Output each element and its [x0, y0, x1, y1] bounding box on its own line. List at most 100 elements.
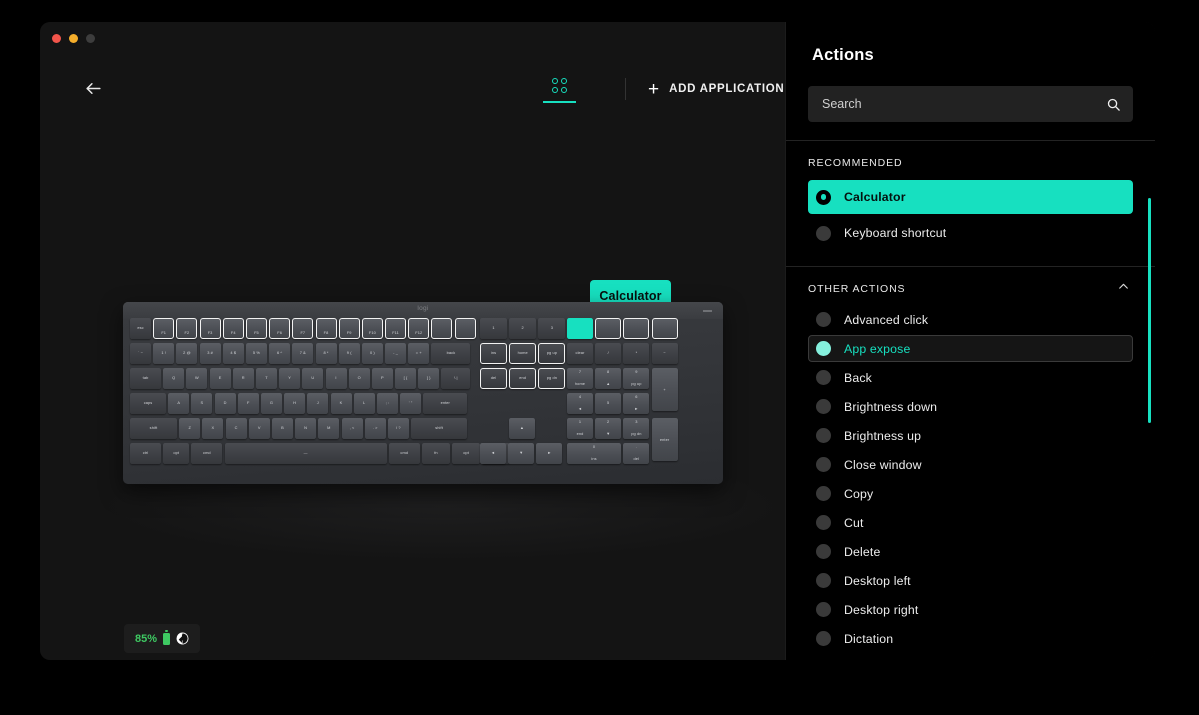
search-input[interactable]: [822, 97, 1106, 111]
keyboard-key[interactable]: K: [330, 393, 352, 414]
keyboard-key[interactable]: back: [431, 343, 471, 364]
keyboard-key[interactable]: 0 ins: [567, 443, 621, 464]
keyboard-key[interactable]: end: [509, 368, 537, 389]
keyboard-key[interactable]: tab: [130, 368, 161, 389]
keyboard-key[interactable]: S: [191, 393, 213, 414]
chevron-up-icon[interactable]: [1117, 280, 1130, 293]
keyboard-key[interactable]: caps: [130, 393, 166, 414]
keyboard-key[interactable]: F7: [292, 318, 314, 339]
keyboard-key[interactable]: 5: [595, 393, 622, 414]
keyboard-key[interactable]: opt: [163, 443, 190, 464]
keyboard-key[interactable]: 3: [538, 318, 566, 339]
keyboard-key[interactable]: cmd: [191, 443, 223, 464]
panel-scrollbar[interactable]: [1148, 198, 1151, 423]
keyboard-key[interactable]: N: [295, 418, 317, 439]
keyboard-key[interactable]: F: [237, 393, 259, 414]
keyboard-key[interactable]: ►: [536, 443, 563, 464]
keyboard-key[interactable]: shift: [130, 418, 177, 439]
keyboard-key[interactable]: enter: [423, 393, 468, 414]
keyboard-key[interactable]: ctrl: [130, 443, 161, 464]
keyboard-key[interactable]: ◄: [480, 443, 506, 464]
action-row[interactable]: Keyboard shortcut: [808, 216, 1133, 250]
keyboard-key[interactable]: —: [224, 443, 387, 464]
keyboard-key[interactable]: R: [232, 368, 254, 389]
keyboard-key[interactable]: 3 pg dn: [623, 418, 650, 439]
keyboard-key[interactable]: 9 (: [338, 343, 360, 364]
action-row[interactable]: Advanced click: [808, 306, 1133, 333]
keyboard-key[interactable]: G: [260, 393, 282, 414]
action-row[interactable]: Copy: [808, 480, 1133, 507]
keyboard-key[interactable]: E: [209, 368, 231, 389]
keyboard-key[interactable]: D: [214, 393, 236, 414]
action-row[interactable]: Do not disturb: [808, 654, 1133, 660]
keyboard-key[interactable]: 2 ▼: [595, 418, 622, 439]
keyboard-key[interactable]: F2: [176, 318, 198, 339]
screenshot-key[interactable]: [595, 318, 622, 339]
keyboard-key[interactable]: P: [371, 368, 393, 389]
calculator-key[interactable]: [567, 318, 593, 339]
keyboard-key[interactable]: 8 ▲: [595, 368, 622, 389]
keyboard-numpad-plus-key[interactable]: +: [651, 368, 678, 412]
keyboard-key[interactable]: \ |: [441, 368, 471, 389]
keyboard-key[interactable]: ins: [480, 343, 507, 364]
keyboard-key[interactable]: pg up: [538, 343, 566, 364]
action-row[interactable]: Cut: [808, 509, 1133, 536]
other-actions-header[interactable]: OTHER ACTIONS: [786, 267, 1155, 306]
action-row[interactable]: Back: [808, 364, 1133, 391]
keyboard-key[interactable]: B: [271, 418, 293, 439]
keyboard-key[interactable]: 1 !: [153, 343, 175, 364]
keyboard-key[interactable]: /: [595, 343, 622, 364]
search-box[interactable]: [808, 86, 1133, 122]
keyboard-key[interactable]: 2 @: [176, 343, 198, 364]
keyboard-key[interactable]: J: [307, 393, 329, 414]
close-window-button[interactable]: [52, 33, 61, 43]
keyboard-key[interactable]: ' ": [400, 393, 422, 414]
keyboard-key[interactable]: *: [623, 343, 650, 364]
search-key[interactable]: [623, 318, 650, 339]
keyboard-key[interactable]: Y: [279, 368, 301, 389]
keyboard-key[interactable]: F8: [315, 318, 337, 339]
keyboard-key[interactable]: = +: [408, 343, 430, 364]
keyboard-key[interactable]: 9 pg up: [623, 368, 650, 389]
keyboard-key[interactable]: 6 ►: [623, 393, 650, 414]
keyboard-key[interactable]: L: [353, 393, 375, 414]
keyboard-key[interactable]: A: [168, 393, 190, 414]
keyboard-key[interactable]: V: [248, 418, 270, 439]
keyboard-key[interactable]: Z: [179, 418, 201, 439]
keyboard-key[interactable]: opt: [452, 443, 481, 464]
keyboard-key[interactable]: U: [302, 368, 324, 389]
action-row[interactable]: Dictation: [808, 625, 1133, 652]
action-row[interactable]: Desktop left: [808, 567, 1133, 594]
keyboard-key[interactable]: ▲: [509, 418, 535, 439]
keyboard-key[interactable]: del: [480, 368, 507, 389]
keyboard-key[interactable]: pg dn: [538, 368, 566, 389]
action-row[interactable]: Delete: [808, 538, 1133, 565]
keyboard-key[interactable]: home: [509, 343, 537, 364]
keyboard-key[interactable]: [ {: [395, 368, 417, 389]
keyboard-key[interactable]: M: [318, 418, 340, 439]
keyboard-key[interactable]: / ?: [387, 418, 409, 439]
keyboard-key[interactable]: 8 *: [315, 343, 337, 364]
keyboard-key[interactable]: 0 ): [361, 343, 383, 364]
keyboard-key[interactable]: F10: [361, 318, 383, 339]
keyboard-key[interactable]: F5: [245, 318, 267, 339]
keyboard-key[interactable]: Q: [163, 368, 185, 389]
lock-key[interactable]: [651, 318, 678, 339]
tab-device-grid[interactable]: [537, 70, 582, 110]
keyboard-key[interactable]: 7 home: [567, 368, 593, 389]
minimize-window-button[interactable]: [69, 33, 78, 43]
keyboard-key[interactable]: 1: [480, 318, 507, 339]
keyboard-key[interactable]: F3: [199, 318, 221, 339]
keyboard-key[interactable]: ] }: [418, 368, 440, 389]
keyboard-key[interactable]: T: [255, 368, 277, 389]
keyboard-key[interactable]: C: [225, 418, 247, 439]
keyboard-key[interactable]: esc: [130, 318, 151, 339]
keyboard-key[interactable]: F9: [338, 318, 360, 339]
keyboard-key[interactable]: F4: [222, 318, 244, 339]
add-application-button[interactable]: + ADD APPLICATION: [648, 76, 784, 102]
keyboard-key[interactable]: 3 #: [199, 343, 221, 364]
keyboard-key[interactable]: X: [202, 418, 224, 439]
keyboard-key[interactable]: 6 ^: [269, 343, 291, 364]
keyboard-key[interactable]: F12: [408, 318, 430, 339]
keyboard-device[interactable]: logi esc F1 F2 F3 F4 F5 F6 F7 F8 F9 F10 F11 F12 ` ~1 …: [123, 302, 723, 484]
